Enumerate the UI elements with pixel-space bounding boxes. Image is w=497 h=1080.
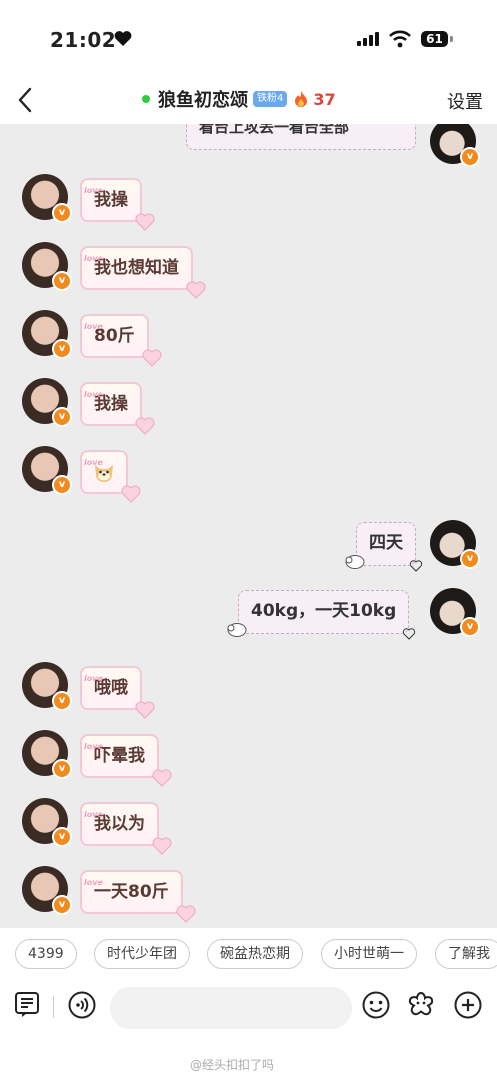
chip-know-me[interactable]: 了解我 [435,939,497,969]
verified-badge-icon: v [52,827,72,847]
chip-bowl[interactable]: 碗盆热恋期 [207,939,303,969]
sheep-decoration-icon [227,623,247,637]
message-input-bar: @经头扣扣了吗 [0,984,497,1080]
message-bubble[interactable]: love 吓晕我 [80,734,172,787]
verified-badge-icon: v [52,339,72,359]
quick-topic-chips: 4399 时代少年团 碗盆热恋期 小时世萌一 了解我 [0,928,497,984]
message-bubble-self[interactable]: 40kg，一天10kg [227,590,416,640]
message-text: 我也想知道 [94,258,179,278]
avatar[interactable]: v [430,588,480,637]
heart-outline-icon [403,628,416,640]
message-text: 40kg，一天10kg [251,601,397,621]
heart-decoration-icon [152,769,172,787]
heart-decoration-icon [186,281,206,299]
verified-badge-icon: v [52,407,72,427]
chat-title-group[interactable]: 狼鱼初恋颂 铁粉4 37 [142,86,336,112]
verified-badge-icon: v [52,271,72,291]
avatar[interactable]: v [22,242,72,291]
divider [53,996,54,1018]
menu-doc-icon[interactable] [12,990,42,1020]
cellular-signal-icon [357,32,379,46]
back-chevron-icon[interactable] [12,84,40,116]
message-bubble[interactable]: love 80斤 [80,314,162,367]
wifi-icon [389,30,411,48]
heart-decoration-icon [142,349,162,367]
avatar[interactable]: v [22,446,72,495]
heart-decoration-icon [176,905,196,923]
status-time: 21:02 [50,28,117,52]
message-bubble[interactable]: love 我也想知道 [80,246,206,299]
love-tag: love [84,878,103,887]
voice-icon[interactable] [67,990,97,1020]
avatar[interactable]: v [22,866,72,915]
verified-badge-icon: v [460,549,480,569]
verified-badge-icon: v [52,475,72,495]
avatar[interactable]: v [22,310,72,359]
love-tag: love [84,390,103,399]
message-text: 四天 [369,533,403,553]
emoji-smile-icon[interactable] [361,990,391,1020]
love-tag: love [84,674,103,683]
verified-badge-icon: v [52,203,72,223]
settings-button[interactable]: 设置 [447,88,483,114]
message-bubble[interactable]: love 我操 [80,382,155,435]
plus-icon[interactable] [453,990,483,1020]
online-status-dot [142,95,150,103]
chip-tnt[interactable]: 时代少年团 [94,939,190,969]
message-bubble-partial[interactable]: 看台上攻丢一看台全部 [186,124,416,150]
heart-decoration-icon [135,701,155,719]
heart-decoration-icon [152,837,172,855]
avatar[interactable]: v [430,520,480,569]
love-tag: love [84,458,103,467]
message-bubble[interactable]: love 我操 [80,178,155,231]
battery-indicator: 61 [421,31,453,47]
watermark: @经头扣扣了吗 [190,1058,275,1072]
message-input[interactable] [110,987,352,1029]
message-bubble[interactable]: love 一天80斤 [80,870,196,923]
avatar[interactable]: v [22,174,72,223]
heart-decoration-icon [135,417,155,435]
avatar[interactable]: v [22,730,72,779]
heart-decoration-icon [121,485,141,503]
sticker-flower-icon[interactable] [406,990,436,1020]
heart-decoration-icon [135,213,155,231]
love-tag: love [84,742,103,751]
message-text: 看台上攻丢一看台全部 [199,124,350,136]
verified-badge-icon: v [52,691,72,711]
verified-badge-icon: v [52,759,72,779]
avatar[interactable]: v [22,378,72,427]
chat-title: 狼鱼初恋颂 [158,90,248,111]
message-bubble-self[interactable]: 四天 [345,522,423,572]
chip-4399[interactable]: 4399 [15,939,77,969]
chip-xiaoshi[interactable]: 小时世萌一 [321,939,417,969]
chat-header: 狼鱼初恋颂 铁粉4 37 设置 [0,80,497,124]
message-bubble[interactable]: love 哦哦 [80,666,155,719]
message-text: 一天80斤 [94,882,169,902]
verified-badge-icon: v [460,147,480,167]
status-bar: 21:02 61 [0,0,497,80]
love-tag: love [84,810,103,819]
message-bubble[interactable]: love 我以为 [80,802,172,855]
avatar[interactable]: v [22,662,72,711]
love-tag: love [84,322,103,331]
love-tag: love [84,254,103,263]
avatar[interactable]: v [22,798,72,847]
message-bubble[interactable]: love [80,450,141,503]
heart-icon [114,31,132,46]
love-tag: love [84,186,103,195]
heat-count: 37 [313,89,336,109]
verified-badge-icon: v [52,895,72,915]
heart-outline-icon [409,560,423,572]
verified-badge-icon: v [460,617,480,637]
fan-level-badge: 铁粉4 [253,91,288,107]
chat-message-list[interactable]: 看台上攻丢一看台全部 v v love 我操 v love 我也想知道 v lo… [0,124,497,928]
fire-icon [295,91,308,107]
sheep-decoration-icon [345,555,365,569]
avatar[interactable]: v [430,124,480,167]
